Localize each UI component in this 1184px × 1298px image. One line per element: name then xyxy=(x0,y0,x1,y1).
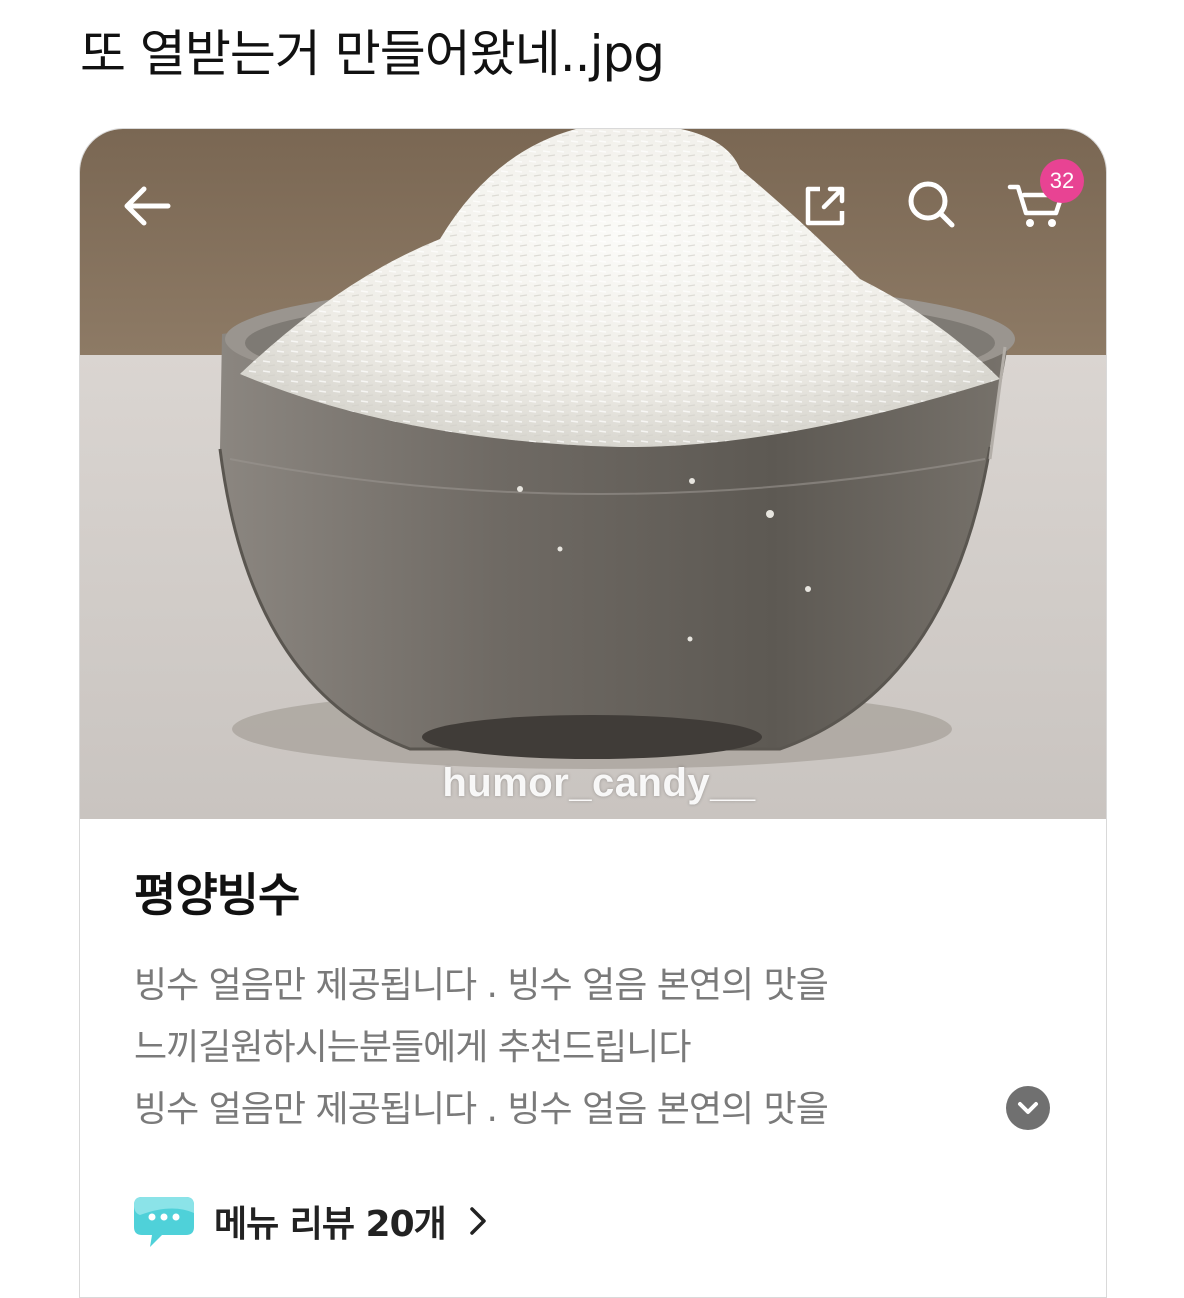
cart-count-badge: 32 xyxy=(1040,159,1084,203)
product-name: 평양빙수 xyxy=(134,868,300,922)
product-card: 32 humor_candy__ 평양빙수 빙수 얼음만 제공됩니다 . 빙수 … xyxy=(79,128,1107,1298)
chevron-down-icon xyxy=(1006,1086,1050,1130)
search-icon xyxy=(908,181,955,228)
search-button[interactable] xyxy=(902,175,960,233)
description-line: 빙수 얼음만 제공됩니다 . 빙수 얼음 본연의 맛을 xyxy=(134,1089,829,1130)
product-description: 빙수 얼음만 제공됩니다 . 빙수 얼음 본연의 맛을 느끼길원하시는분들에게 … xyxy=(134,955,954,1141)
chevron-right-icon xyxy=(470,1207,486,1235)
description-line: 빙수 얼음만 제공됩니다 . 빙수 얼음 본연의 맛을 xyxy=(134,965,829,1006)
menu-review-label: 메뉴 리뷰 20개 xyxy=(214,1204,447,1245)
description-line: 느끼길원하시는분들에게 추천드립니다 xyxy=(134,1027,691,1068)
product-photo: 32 humor_candy__ xyxy=(80,129,1106,819)
speech-bubble-icon xyxy=(134,1197,194,1247)
post-title: 또 열받는거 만들어왔네..jpg xyxy=(80,25,665,83)
arrow-left-icon xyxy=(124,186,171,226)
expand-description-button[interactable] xyxy=(1006,1086,1050,1130)
back-button[interactable] xyxy=(118,179,178,233)
share-icon xyxy=(805,186,845,226)
share-button[interactable] xyxy=(798,177,854,233)
watermark-text: humor_candy__ xyxy=(442,761,756,805)
menu-review-link[interactable]: 메뉴 리뷰 20개 xyxy=(132,1191,488,1251)
